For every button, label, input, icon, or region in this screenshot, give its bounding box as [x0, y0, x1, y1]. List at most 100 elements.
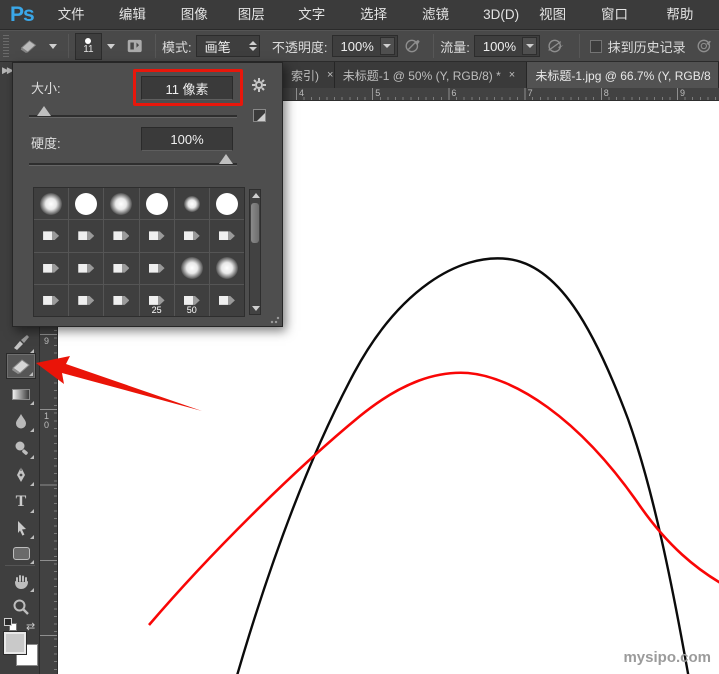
flow-dropdown-icon[interactable] — [522, 37, 537, 55]
opacity-dropdown-icon[interactable] — [380, 37, 395, 55]
dodge-tool[interactable] — [7, 436, 35, 460]
brush-preset[interactable] — [210, 220, 244, 251]
menu-edit[interactable]: 编辑(E) — [109, 0, 171, 30]
menu-type[interactable]: 文字(Y) — [288, 0, 350, 30]
tool-flyout-corner — [30, 349, 34, 353]
brush-preset[interactable] — [69, 253, 103, 284]
brush-preset[interactable]: 25 — [140, 285, 174, 316]
brush-preset[interactable] — [140, 220, 174, 251]
collapse-panel-icon[interactable]: ▶▶ — [2, 65, 12, 76]
history-brush-tool[interactable] — [7, 330, 35, 354]
brush-preset[interactable] — [69, 285, 103, 316]
brush-preset[interactable] — [210, 253, 244, 284]
ruler-number: 9 — [680, 88, 685, 98]
erase-history-checkbox[interactable] — [590, 40, 602, 53]
tab-close-icon[interactable]: × — [327, 69, 333, 81]
brush-preset[interactable] — [69, 220, 103, 251]
brush-preset[interactable] — [104, 220, 138, 251]
brush-preset[interactable] — [140, 253, 174, 284]
pressure-opacity-icon[interactable] — [404, 37, 421, 55]
gear-icon[interactable] — [251, 77, 268, 94]
document-tab[interactable]: 未标题-1.jpg @ 66.7% (Y, RGB/8 — [527, 62, 719, 88]
brush-preset[interactable] — [140, 188, 174, 219]
brush-preset[interactable] — [34, 220, 68, 251]
brush-preset[interactable] — [34, 253, 68, 284]
ps-logo: Ps — [10, 3, 34, 27]
brush-preset[interactable] — [104, 253, 138, 284]
pressure-size-icon[interactable] — [696, 37, 713, 55]
shape-tool[interactable] — [7, 541, 35, 565]
foreground-color-swatch[interactable] — [4, 632, 26, 654]
eraser-tool-icon[interactable] — [19, 38, 38, 54]
tool-flyout-corner — [30, 401, 34, 405]
brush-preset[interactable] — [175, 188, 209, 219]
tool-flyout-corner — [30, 535, 34, 539]
horizontal-ruler[interactable]: 456789 — [283, 88, 719, 101]
path-select-tool[interactable] — [7, 516, 35, 540]
brush-preset[interactable] — [69, 188, 103, 219]
eraser-preset-caret[interactable] — [49, 44, 57, 49]
tool-flyout-corner — [30, 428, 34, 432]
size-slider-thumb[interactable] — [37, 106, 51, 116]
blur-tool[interactable] — [7, 409, 35, 433]
menu-view[interactable]: 视图(V) — [529, 0, 591, 30]
hand-tool[interactable] — [7, 569, 35, 593]
gradient-tool[interactable] — [7, 382, 35, 406]
airbrush-icon[interactable] — [546, 37, 567, 55]
menu-window[interactable]: 窗口(W) — [591, 0, 656, 30]
menu-file[interactable]: 文件(F) — [48, 0, 109, 30]
separator — [433, 34, 434, 58]
menu-filter[interactable]: 滤镜(T) — [412, 0, 473, 30]
document-tab[interactable]: 索引) × — [283, 62, 335, 88]
brush-picker-caret[interactable] — [107, 44, 115, 49]
document-tab-label: 未标题-1 @ 50% (Y, RGB/8) * — [343, 67, 501, 84]
brush-preset[interactable] — [210, 188, 244, 219]
toolbar-divider — [5, 565, 35, 566]
brush-preset[interactable] — [175, 220, 209, 251]
brush-preset-picker[interactable]: 11 — [75, 33, 101, 60]
default-colors-icon[interactable] — [4, 618, 17, 631]
type-tool[interactable]: T — [7, 490, 35, 514]
menu-image[interactable]: 图像(I) — [171, 0, 228, 30]
brush-preset[interactable] — [104, 285, 138, 316]
brush-preset[interactable] — [104, 188, 138, 219]
new-preset-icon[interactable] — [253, 109, 266, 122]
size-slider[interactable] — [29, 115, 237, 118]
watermark-text: mysipo.com — [623, 649, 711, 666]
eraser-tool[interactable] — [7, 354, 35, 378]
document-tab-label: 索引) — [291, 67, 319, 84]
brush-preset[interactable] — [210, 285, 244, 316]
swap-colors-icon[interactable]: ⇄ — [26, 620, 35, 633]
scroll-thumb[interactable] — [251, 203, 259, 243]
menu-layer[interactable]: 图层(L) — [228, 0, 288, 30]
red-curve — [149, 373, 719, 625]
brush-preset[interactable] — [175, 253, 209, 284]
pen-tool[interactable] — [7, 463, 35, 487]
hardness-slider-thumb[interactable] — [219, 154, 233, 164]
opacity-value: 100% — [341, 39, 374, 54]
zoom-tool[interactable] — [7, 595, 35, 619]
brush-preset[interactable]: 50 — [175, 285, 209, 316]
mode-select[interactable]: 画笔 — [196, 35, 260, 57]
menu-3d[interactable]: 3D(D) — [473, 0, 529, 30]
brush-preset[interactable] — [34, 285, 68, 316]
scroll-up-icon[interactable] — [252, 193, 260, 198]
menu-help[interactable]: 帮助(H) — [656, 0, 719, 30]
document-tab[interactable]: 未标题-1 @ 50% (Y, RGB/8) * × — [335, 62, 528, 88]
photoshop-window: Ps 文件(F) 编辑(E) 图像(I) 图层(L) 文字(Y) 选择(S) 滤… — [0, 0, 719, 674]
opacity-combo[interactable]: 100% — [332, 35, 398, 57]
options-bar-grip[interactable] — [3, 35, 9, 57]
scroll-down-icon[interactable] — [252, 306, 260, 311]
preset-scrollbar[interactable] — [249, 189, 261, 315]
hardness-field[interactable]: 100% — [141, 127, 233, 151]
popup-resize-grip[interactable] — [270, 314, 280, 324]
flow-combo[interactable]: 100% — [474, 35, 540, 57]
toggle-brush-panel-icon[interactable] — [126, 37, 143, 55]
hardness-slider[interactable] — [29, 163, 237, 166]
menu-select[interactable]: 选择(S) — [350, 0, 412, 30]
preset-size-label: 25 — [140, 306, 174, 315]
tool-flyout-corner — [30, 588, 34, 592]
ruler-number: 8 — [604, 88, 609, 98]
tab-close-icon[interactable]: × — [509, 69, 515, 81]
brush-preset[interactable] — [34, 188, 68, 219]
